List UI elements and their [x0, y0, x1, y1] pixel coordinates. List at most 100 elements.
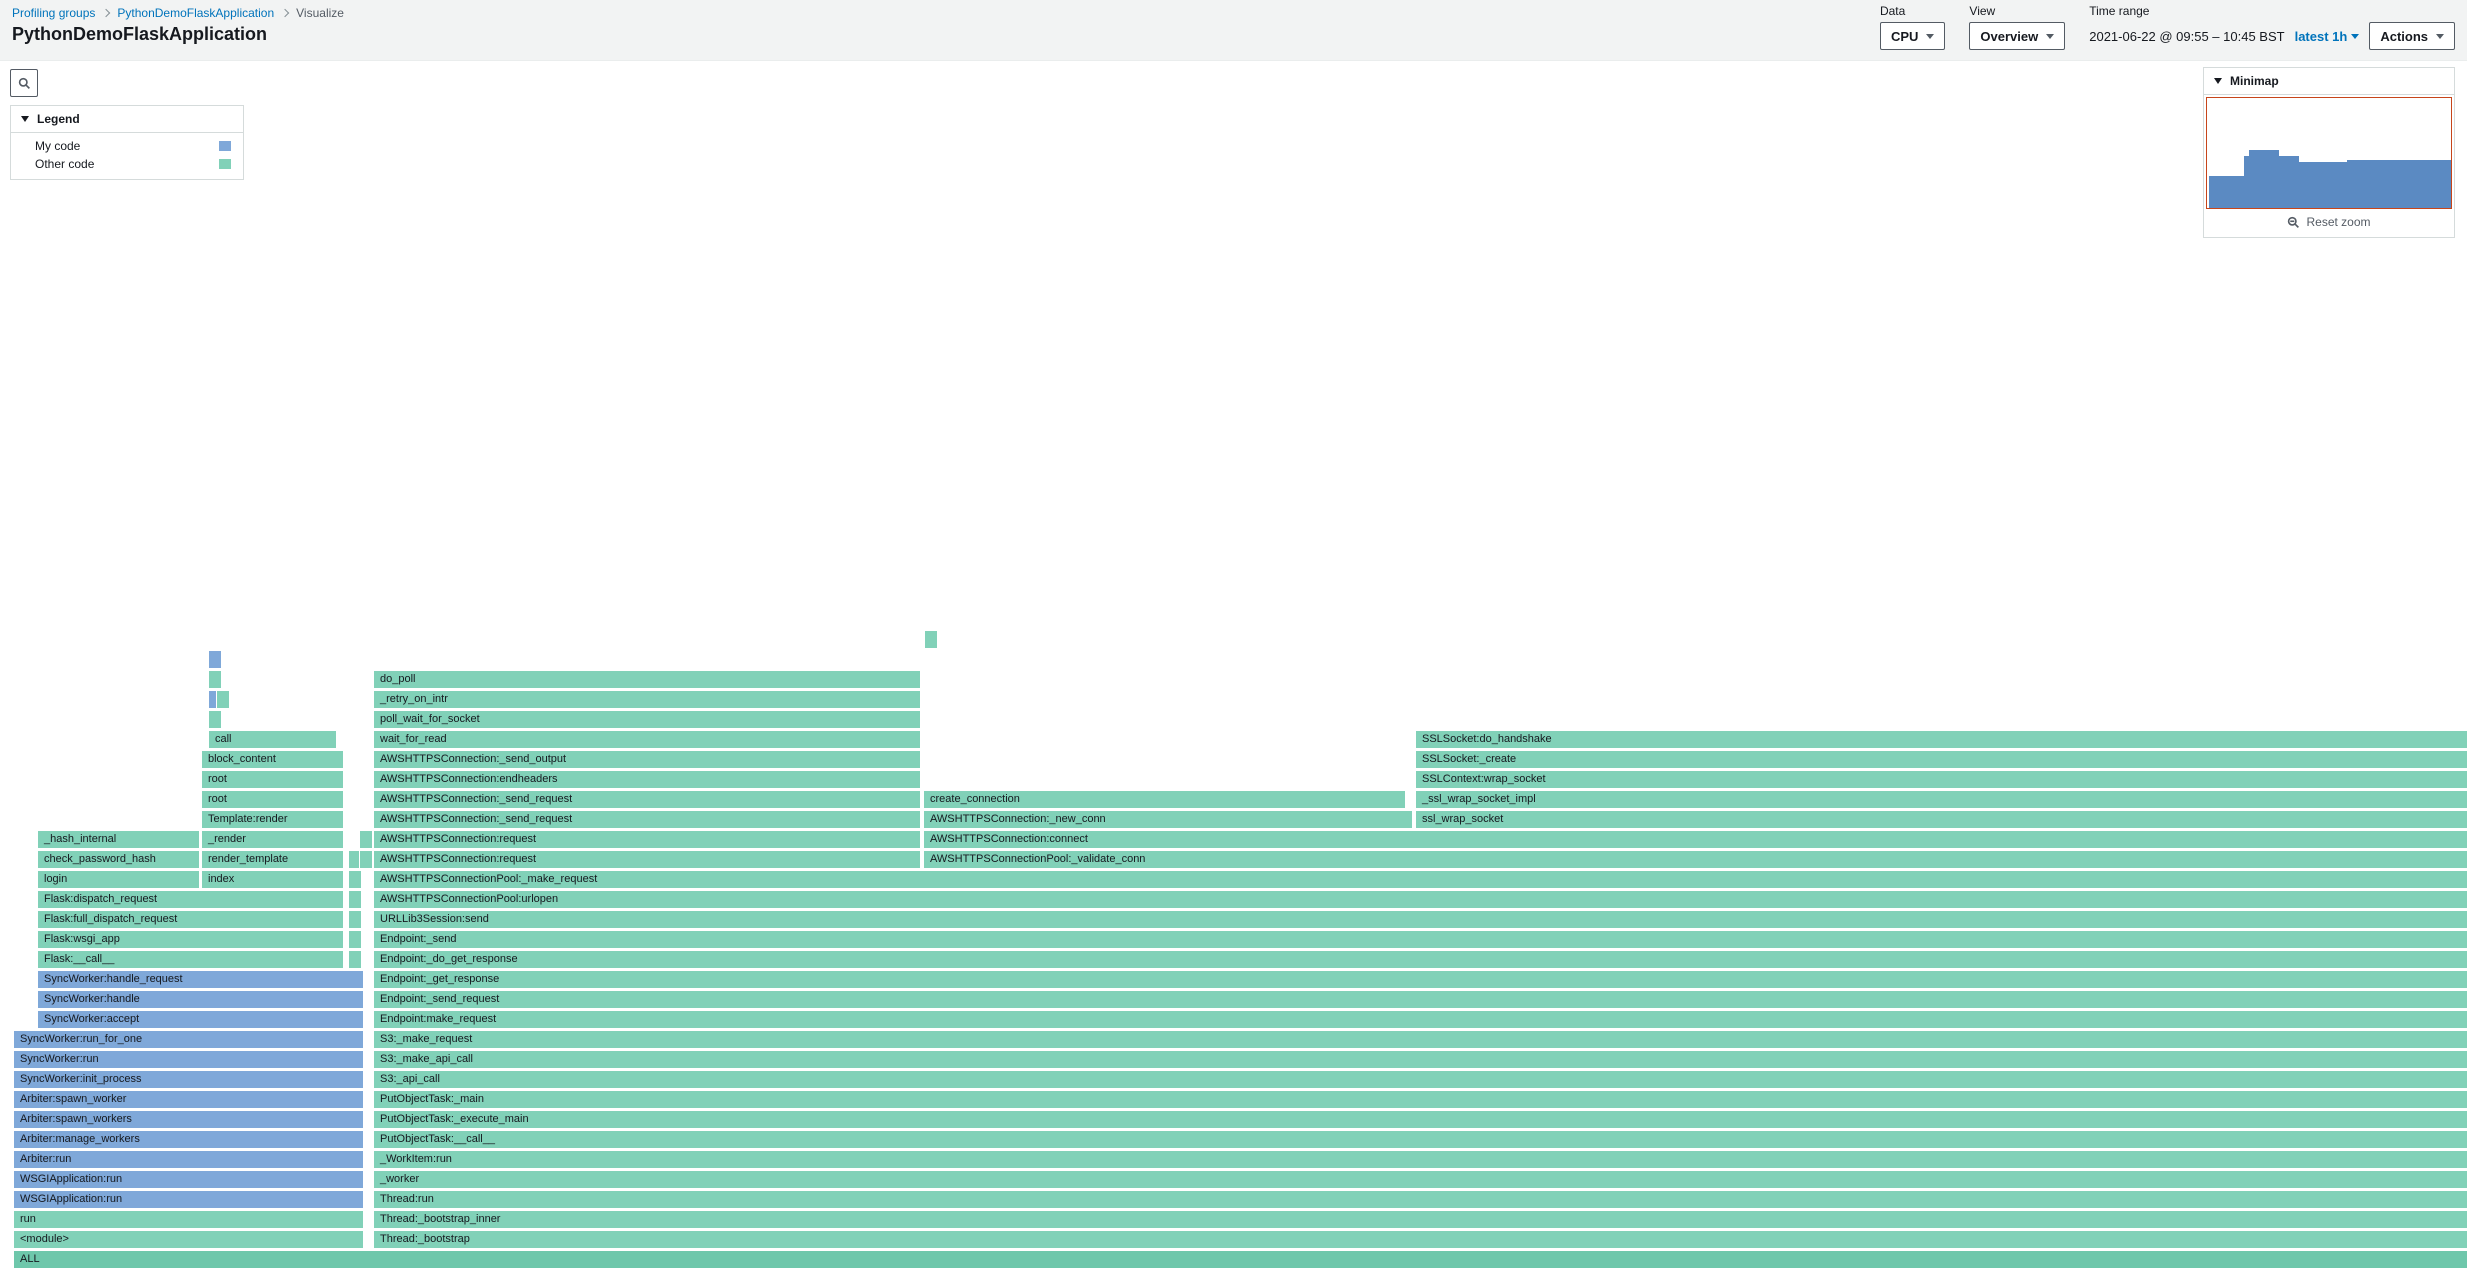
caret-down-icon [1926, 34, 1934, 39]
flame-frame[interactable]: block_content [201, 750, 344, 769]
flame-frame[interactable] [208, 650, 222, 669]
flame-frame[interactable]: root [201, 770, 344, 789]
flame-frame[interactable]: Flask:dispatch_request [37, 890, 344, 909]
time-range-latest-dropdown[interactable]: latest 1h [2295, 29, 2360, 44]
flame-frame[interactable]: AWSHTTPSConnection:endheaders [373, 770, 921, 789]
flame-frame[interactable]: AWSHTTPSConnection:connect [923, 830, 2467, 849]
flame-frame[interactable] [348, 890, 362, 909]
flame-frame[interactable]: S3:_api_call [373, 1070, 2467, 1089]
flame-frame[interactable]: AWSHTTPSConnectionPool:urlopen [373, 890, 2467, 909]
flame-frame[interactable]: wait_for_read [373, 730, 921, 749]
flame-frame[interactable] [348, 950, 362, 969]
flame-frame[interactable]: root [201, 790, 344, 809]
flame-frame[interactable]: _render [201, 830, 344, 849]
flame-frame[interactable] [348, 910, 362, 929]
flame-frame[interactable]: create_connection [923, 790, 1406, 809]
flame-frame[interactable]: Endpoint:_send [373, 930, 2467, 949]
flame-frame[interactable]: _WorkItem:run [373, 1150, 2467, 1169]
visualize-canvas: Legend My code Other code Minimap [0, 61, 2467, 1275]
flame-frame[interactable]: AWSHTTPSConnectionPool:_make_request [373, 870, 2467, 889]
flame-frame[interactable]: AWSHTTPSConnection:_send_request [373, 790, 921, 809]
legend-swatch-other-code [219, 159, 231, 169]
flame-frame[interactable]: SyncWorker:run [13, 1050, 364, 1069]
flame-frame[interactable] [208, 670, 222, 689]
flame-frame[interactable]: S3:_make_request [373, 1030, 2467, 1049]
flame-frame[interactable]: Flask:__call__ [37, 950, 344, 969]
search-button[interactable] [10, 69, 38, 97]
data-dropdown[interactable]: CPU [1880, 22, 1945, 50]
flame-frame[interactable]: Arbiter:spawn_worker [13, 1090, 364, 1109]
flame-frame[interactable] [359, 830, 373, 849]
flame-frame[interactable] [924, 630, 938, 649]
flame-frame[interactable]: SyncWorker:accept [37, 1010, 364, 1029]
flame-frame[interactable] [348, 930, 362, 949]
flame-frame[interactable]: call [208, 730, 337, 749]
flame-frame[interactable]: AWSHTTPSConnectionPool:_validate_conn [923, 850, 2467, 869]
flame-frame[interactable]: run [13, 1210, 364, 1229]
flame-frame[interactable]: SSLContext:wrap_socket [1415, 770, 2467, 789]
flame-frame[interactable]: PutObjectTask:_main [373, 1090, 2467, 1109]
flame-frame[interactable]: _ssl_wrap_socket_impl [1415, 790, 2467, 809]
caret-down-icon [2436, 34, 2444, 39]
flame-frame[interactable] [216, 690, 230, 709]
flame-frame[interactable]: AWSHTTPSConnection:_new_conn [923, 810, 1413, 829]
flame-frame[interactable]: AWSHTTPSConnection:request [373, 830, 921, 849]
flame-frame[interactable]: index [201, 870, 344, 889]
flame-frame[interactable]: Endpoint:_send_request [373, 990, 2467, 1009]
flame-frame[interactable]: Template:render [201, 810, 344, 829]
flame-frame[interactable]: Flask:full_dispatch_request [37, 910, 344, 929]
flame-frame[interactable]: ALL [13, 1250, 2467, 1269]
flame-frame[interactable]: PutObjectTask:_execute_main [373, 1110, 2467, 1129]
flame-frame[interactable]: Thread:_bootstrap_inner [373, 1210, 2467, 1229]
flame-frame[interactable]: URLLib3Session:send [373, 910, 2467, 929]
flame-frame[interactable]: Arbiter:manage_workers [13, 1130, 364, 1149]
flame-frame[interactable]: render_template [201, 850, 344, 869]
flame-frame[interactable]: _worker [373, 1170, 2467, 1189]
flame-frame[interactable] [359, 850, 373, 869]
flame-frame[interactable]: S3:_make_api_call [373, 1050, 2467, 1069]
flame-frame[interactable]: do_poll [373, 670, 921, 689]
breadcrumb-profiling-groups[interactable]: Profiling groups [12, 6, 95, 20]
flame-frame[interactable] [208, 710, 222, 729]
flame-frame[interactable]: SyncWorker:run_for_one [13, 1030, 364, 1049]
breadcrumb-app-link[interactable]: PythonDemoFlaskApplication [117, 6, 274, 20]
flame-frame[interactable]: ssl_wrap_socket [1415, 810, 2467, 829]
flame-graph[interactable]: ALL<module>Thread:_bootstraprunThread:_b… [10, 625, 2457, 1269]
flame-frame[interactable] [348, 870, 362, 889]
flame-frame[interactable]: Thread:_bootstrap [373, 1230, 2467, 1249]
flame-frame[interactable]: Endpoint:_do_get_response [373, 950, 2467, 969]
flame-frame[interactable]: _retry_on_intr [373, 690, 921, 709]
flame-frame[interactable]: Endpoint:_get_response [373, 970, 2467, 989]
flame-frame[interactable]: Flask:wsgi_app [37, 930, 344, 949]
flame-frame[interactable]: WSGIApplication:run [13, 1190, 364, 1209]
time-range-label: Time range [2089, 4, 2455, 18]
flame-frame[interactable]: WSGIApplication:run [13, 1170, 364, 1189]
flame-frame[interactable]: _hash_internal [37, 830, 200, 849]
flame-frame[interactable]: SyncWorker:handle_request [37, 970, 364, 989]
flame-frame[interactable]: SyncWorker:init_process [13, 1070, 364, 1089]
flame-frame[interactable]: login [37, 870, 200, 889]
flame-frame[interactable]: AWSHTTPSConnection:request [373, 850, 921, 869]
flame-frame[interactable]: AWSHTTPSConnection:_send_output [373, 750, 921, 769]
legend-body: My code Other code [11, 133, 243, 179]
flame-frame[interactable]: check_password_hash [37, 850, 200, 869]
flame-frame[interactable]: Arbiter:spawn_workers [13, 1110, 364, 1129]
flame-frame[interactable]: AWSHTTPSConnection:_send_request [373, 810, 921, 829]
flame-frame[interactable]: Arbiter:run [13, 1150, 364, 1169]
flame-frame[interactable]: <module> [13, 1230, 364, 1249]
flame-frame[interactable]: poll_wait_for_socket [373, 710, 921, 729]
top-bar: Profiling groups PythonDemoFlaskApplicat… [0, 0, 2467, 61]
view-dropdown[interactable]: Overview [1969, 22, 2065, 50]
flame-frame[interactable]: Thread:run [373, 1190, 2467, 1209]
flame-frame[interactable]: Endpoint:make_request [373, 1010, 2467, 1029]
minimap-viewport[interactable] [2206, 97, 2452, 209]
minimap-toggle[interactable]: Minimap [2204, 68, 2454, 95]
flame-frame[interactable]: PutObjectTask:__call__ [373, 1130, 2467, 1149]
flame-frame[interactable]: SyncWorker:handle [37, 990, 364, 1009]
flame-frame[interactable]: SSLSocket:do_handshake [1415, 730, 2467, 749]
breadcrumb-current: Visualize [296, 6, 344, 20]
legend-toggle[interactable]: Legend [11, 106, 243, 133]
flame-frame[interactable]: SSLSocket:_create [1415, 750, 2467, 769]
reset-zoom-button[interactable]: Reset zoom [2206, 209, 2452, 235]
actions-button[interactable]: Actions [2369, 22, 2455, 50]
